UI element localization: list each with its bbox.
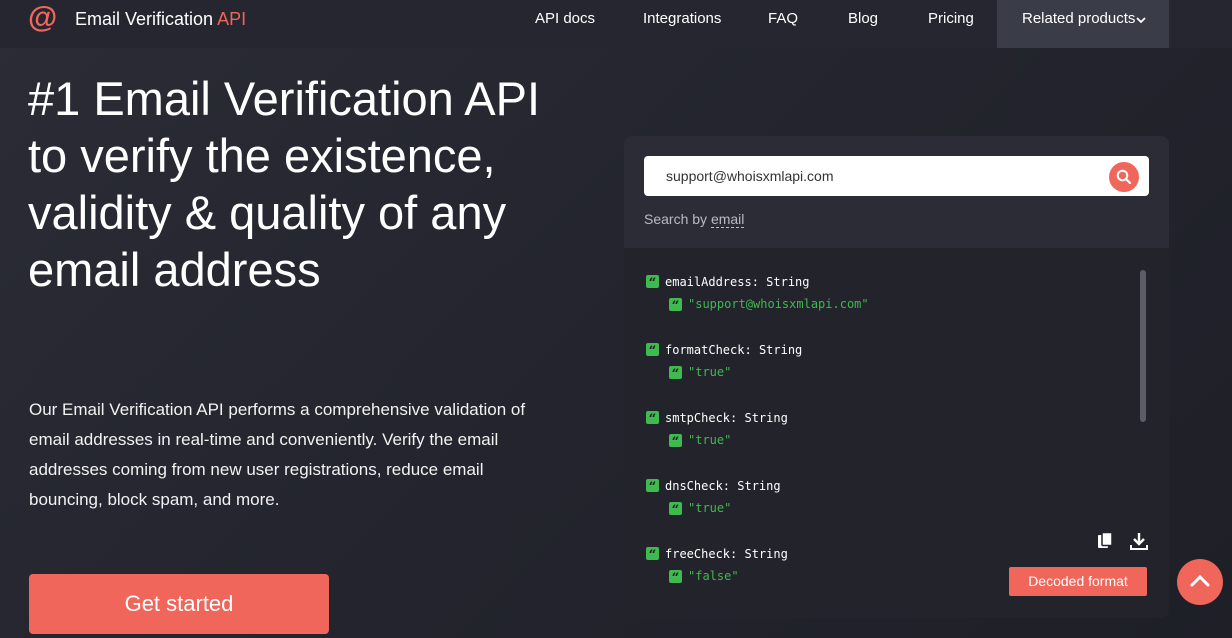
at-sign-icon[interactable]: @ [28,3,57,33]
nav-api-docs[interactable]: API docs [535,0,595,38]
field-name: smtpCheck: String [665,410,788,425]
search-icon [1116,169,1132,185]
nav-blog[interactable]: Blog [848,0,878,38]
download-icon[interactable] [1130,532,1148,550]
result-scrollbar[interactable] [1140,270,1146,422]
quote-icon: “ [646,479,659,492]
quote-icon: “ [669,501,682,515]
api-result: “ emailAddress: String “ "support@whoisxml… [624,248,1169,618]
scroll-to-top-button[interactable] [1177,559,1223,605]
quote-icon: “ [646,343,659,356]
hero-title: #1 Email Verification API to verify the … [28,72,541,296]
search-box[interactable] [644,156,1149,196]
result-field: “ emailAddress: String “ "support@whoisxml… [646,274,869,311]
nav-pricing[interactable]: Pricing [928,0,974,38]
field-name: emailAddress: String [665,274,810,289]
result-field: “ freeCheck: String “ "false" [646,546,788,583]
search-by-label: Search by email [644,211,745,228]
chevron-up-icon [1190,574,1210,587]
field-value: "true" [688,501,732,515]
nav-integrations[interactable]: Integrations [643,0,721,38]
search-by-email-toggle[interactable]: email [710,211,745,228]
api-demo-panel: Search by email “ emailAddress: String “ "… [624,136,1169,618]
result-field: “ dnsCheck: String “ "true" [646,478,781,515]
decoded-format-button[interactable]: Decoded format [1009,567,1147,596]
field-value: "support@whoisxmlapi.com" [688,297,869,311]
demo-search-area: Search by email [624,136,1169,248]
brand-accent: API [217,9,247,29]
quote-icon: “ [646,275,659,288]
related-products-label: Related products [1022,10,1136,27]
quote-icon: “ [669,365,682,379]
hero-description: Our Email Verification API performs a co… [29,400,526,509]
field-value: "false" [688,569,739,583]
result-field: “ smtpCheck: String “ "true" [646,410,788,447]
brand-logo[interactable]: Email Verification API [75,9,246,30]
field-name: freeCheck: String [665,546,788,561]
field-name: dnsCheck: String [665,478,781,493]
quote-icon: “ [669,569,682,583]
search-button[interactable] [1109,162,1139,192]
field-value: "true" [688,365,732,379]
quote-icon: “ [669,433,682,447]
quote-icon: “ [669,297,682,311]
chevron-down-icon [1136,17,1146,24]
search-by-prefix: Search by [644,211,708,227]
quote-icon: “ [646,547,659,560]
email-search-input[interactable] [666,166,1096,186]
top-navigation-bar: @ Email Verification API API docs Integr… [0,0,1232,48]
result-field: “ formatCheck: String “ "true" [646,342,802,379]
quote-icon: “ [646,411,659,424]
field-name: formatCheck: String [665,342,803,357]
get-started-button[interactable]: Get started [29,574,329,634]
nav-related-products[interactable]: Related products [997,0,1169,48]
brand-name: Email Verification [75,9,214,29]
nav-faq[interactable]: FAQ [768,0,798,38]
copy-icon[interactable] [1097,532,1113,550]
field-value: "true" [688,433,732,447]
